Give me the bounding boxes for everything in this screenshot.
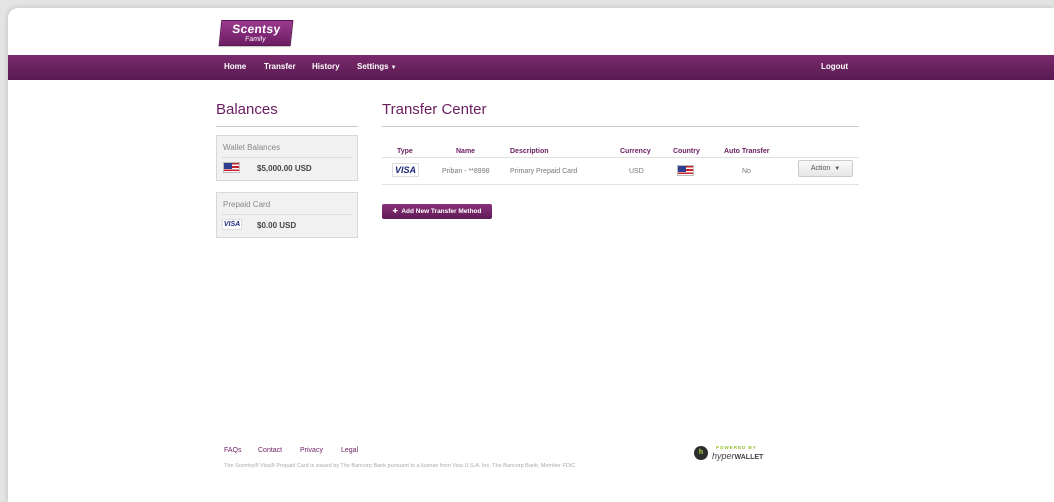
divider — [216, 126, 358, 127]
row-name: Priban - **8998 — [442, 168, 490, 175]
nav-history[interactable]: History — [312, 62, 340, 71]
powered-by-label: POWERED BY — [716, 445, 757, 450]
wallet-balance-label: Wallet Balances — [223, 143, 281, 152]
divider — [382, 184, 859, 185]
add-button-label: Add New Transfer Method — [401, 208, 482, 215]
hyperwallet-logo: h POWERED BY hyperWALLET — [694, 445, 769, 462]
divider — [382, 157, 859, 158]
prepaid-card-box: Prepaid Card VISA $0.00 USD — [216, 192, 358, 238]
add-new-transfer-method-button[interactable]: ✚ Add New Transfer Method — [382, 204, 492, 219]
nav-transfer[interactable]: Transfer — [264, 62, 296, 71]
top-navbar: Home Transfer History Settings ▼ Logout — [8, 55, 1054, 80]
footer-link-faqs[interactable]: FAQs — [224, 447, 242, 454]
footer-link-contact[interactable]: Contact — [258, 447, 282, 454]
action-label: Action — [810, 165, 831, 172]
footer-link-privacy[interactable]: Privacy — [300, 447, 323, 454]
row-auto-transfer: No — [742, 168, 751, 175]
footer-link-legal[interactable]: Legal — [341, 447, 358, 454]
plus-icon: ✚ — [392, 208, 398, 215]
hyperwallet-name: hyperWALLET — [712, 451, 763, 461]
row-currency: USD — [629, 168, 644, 175]
wallet-balance-card: Wallet Balances $5,000.00 USD — [216, 135, 358, 181]
hyperwallet-badge-icon: h — [694, 446, 708, 460]
prepaid-card-label: Prepaid Card — [223, 200, 271, 209]
transfer-center-title: Transfer Center — [382, 101, 487, 118]
action-dropdown-button[interactable]: Action ▼ — [798, 160, 853, 177]
logo-text: Scentsy — [231, 22, 282, 36]
column-header-country: Country — [673, 148, 700, 155]
nav-logout[interactable]: Logout — [821, 62, 848, 71]
row-description: Primary Prepaid Card — [510, 168, 578, 175]
column-header-description: Description — [510, 148, 549, 155]
caret-down-icon: ▼ — [390, 65, 397, 71]
divider — [382, 126, 859, 127]
scentsy-logo[interactable]: Scentsy Family — [218, 20, 294, 46]
wallet-text: WALLET — [734, 454, 764, 461]
divider — [222, 157, 352, 158]
nav-home[interactable]: Home — [224, 62, 246, 71]
column-header-name: Name — [456, 148, 476, 155]
prepaid-card-amount: $0.00 USD — [257, 221, 297, 230]
visa-icon: VISA — [222, 219, 242, 230]
footer-disclaimer: The Scentsy® Visa® Prepaid Card is issue… — [224, 463, 577, 469]
balances-title: Balances — [216, 101, 278, 118]
caret-down-icon: ▼ — [834, 166, 841, 172]
us-flag-icon — [677, 165, 694, 176]
column-header-auto-transfer: Auto Transfer — [724, 148, 770, 155]
nav-settings[interactable]: Settings ▼ — [357, 62, 397, 71]
nav-settings-label: Settings — [357, 62, 389, 71]
hyper-text: hyper — [712, 451, 735, 461]
app-window: Scentsy Family Home Transfer History Set… — [8, 8, 1054, 502]
us-flag-icon — [223, 162, 240, 173]
visa-icon: VISA — [392, 163, 419, 177]
column-header-currency: Currency — [620, 148, 651, 155]
logo-subtext: Family — [244, 36, 266, 43]
column-header-type: Type — [397, 148, 413, 155]
wallet-balance-amount: $5,000.00 USD — [257, 164, 312, 173]
divider — [222, 214, 352, 215]
